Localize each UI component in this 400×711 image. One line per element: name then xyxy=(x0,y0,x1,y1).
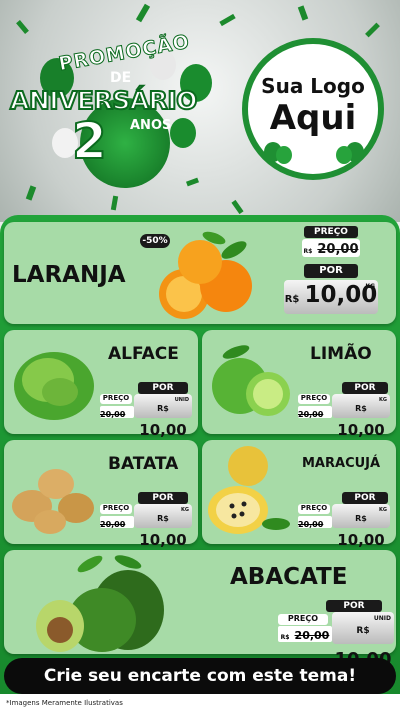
new-price-currency: R$ xyxy=(284,294,300,305)
lime-image xyxy=(212,345,290,416)
old-price: 20,00 xyxy=(298,516,332,529)
logo-placeholder[interactable]: Sua Logo Aqui xyxy=(242,38,384,180)
new-price-label: POR xyxy=(304,264,358,278)
promo-years-word: ANOS xyxy=(130,118,172,133)
logo-line2: Aqui xyxy=(269,98,357,138)
product-card-alface[interactable]: ALFACE POR PREÇO 20,00 R$ 10,00 UNID xyxy=(4,330,198,439)
product-card-abacate[interactable]: ABACATE POR PREÇO R$ 20,00 R$ 10,00 UNID xyxy=(4,550,396,670)
footnote: *Imagens Meramente Ilustrativas xyxy=(6,699,123,707)
confetti-decoration xyxy=(365,22,380,38)
new-price-currency: R$ xyxy=(157,404,169,413)
confetti-decoration xyxy=(110,195,119,211)
new-price-currency: R$ xyxy=(355,404,367,413)
new-price: R$ 10,00 KG xyxy=(134,504,192,549)
confetti-decoration xyxy=(16,20,29,34)
promo-aniversario: ANIVERSÁRIO xyxy=(9,85,198,116)
new-price-value: 10,00 xyxy=(337,421,385,439)
confetti-decoration xyxy=(186,177,199,187)
product-card-laranja[interactable]: LARANJA -50% PREÇO R$ 20,00 POR R$ 10,00… xyxy=(4,222,396,324)
passion-fruit-image xyxy=(208,446,290,534)
confetti-decoration xyxy=(25,185,37,201)
balloon-decoration xyxy=(276,146,292,164)
product-name: LARANJA xyxy=(12,262,126,288)
old-price: 20,00 xyxy=(100,516,134,529)
potato-image xyxy=(12,469,94,534)
new-price-currency: R$ xyxy=(355,514,367,523)
new-price-value: 10,00 xyxy=(139,421,187,439)
old-price-value: 20,00 xyxy=(298,410,324,419)
promo-years-number: 2 xyxy=(71,111,108,171)
confetti-decoration xyxy=(297,5,309,21)
old-price-value: 20,00 xyxy=(294,629,330,642)
confetti-decoration xyxy=(231,199,244,215)
old-price: 20,00 xyxy=(298,406,332,419)
avocado-image xyxy=(36,555,164,652)
old-price-currency: R$ xyxy=(303,248,313,255)
new-price-currency: R$ xyxy=(157,514,169,523)
new-price: R$ 10,00 KG xyxy=(332,394,390,439)
cta-banner[interactable]: Crie seu encarte com este tema! xyxy=(4,658,396,694)
new-price: R$ 10,00 KG xyxy=(284,280,378,314)
old-price-label: PREÇO xyxy=(100,504,132,514)
old-price: R$ 20,00 xyxy=(302,239,360,257)
old-price-value: 20,00 xyxy=(100,410,126,419)
new-price-label: POR xyxy=(138,492,188,504)
balloon-decoration xyxy=(336,146,352,164)
confetti-decoration xyxy=(219,13,236,27)
product-name: ABACATE xyxy=(230,564,348,590)
new-price-label: POR xyxy=(326,600,382,612)
old-price: R$ 20,00 xyxy=(278,626,332,642)
product-card-limao[interactable]: LIMÃO POR PREÇO 20,00 R$ 10,00 KG xyxy=(202,330,396,439)
new-price-value: 10,00 xyxy=(337,531,385,549)
price-unit: UNID xyxy=(174,397,189,403)
new-price: R$ 10,00 UNID xyxy=(134,394,192,439)
old-price: 20,00 xyxy=(100,406,134,419)
balloon-decoration xyxy=(170,118,196,148)
old-price-value: 20,00 xyxy=(317,242,359,257)
price-unit: KG xyxy=(379,397,387,403)
old-price-currency: R$ xyxy=(280,634,290,641)
promo-de: DE xyxy=(110,70,132,86)
product-name: ALFACE xyxy=(108,344,179,364)
price-unit: KG xyxy=(379,507,387,513)
product-card-batata[interactable]: BATATA POR PREÇO 20,00 R$ 10,00 KG xyxy=(4,440,198,549)
new-price-label: POR xyxy=(342,492,388,504)
price-unit: UNID xyxy=(373,615,391,622)
old-price-label: PREÇO xyxy=(298,394,330,404)
header: PROMOÇÃO DE ANIVERSÁRIO 2 ANOS Sua Logo … xyxy=(0,0,400,222)
new-price: R$ 10,00 KG xyxy=(332,504,390,549)
product-card-maracuja[interactable]: MARACUJÁ POR PREÇO 20,00 R$ 10,00 KG xyxy=(202,440,396,549)
new-price-label: POR xyxy=(342,382,388,394)
old-price-label: PREÇO xyxy=(304,226,358,238)
price-unit: KG xyxy=(181,507,189,513)
new-price-value: 10,00 xyxy=(139,531,187,549)
new-price-currency: R$ xyxy=(356,626,370,636)
logo-line1: Sua Logo xyxy=(261,74,365,98)
product-name: LIMÃO xyxy=(310,344,372,364)
price-unit: KG xyxy=(365,283,375,290)
product-name: MARACUJÁ xyxy=(302,456,381,471)
old-price-label: PREÇO xyxy=(100,394,132,404)
discount-badge: -50% xyxy=(140,234,170,248)
old-price-value: 20,00 xyxy=(298,520,324,529)
confetti-decoration xyxy=(135,3,151,23)
lettuce-image xyxy=(14,352,94,420)
old-price-label: PREÇO xyxy=(298,504,330,514)
new-price: R$ 10,00 UNID xyxy=(332,612,394,670)
old-price-value: 20,00 xyxy=(100,520,126,529)
product-name: BATATA xyxy=(108,454,179,474)
new-price-label: POR xyxy=(138,382,188,394)
old-price-label: PREÇO xyxy=(278,614,328,625)
